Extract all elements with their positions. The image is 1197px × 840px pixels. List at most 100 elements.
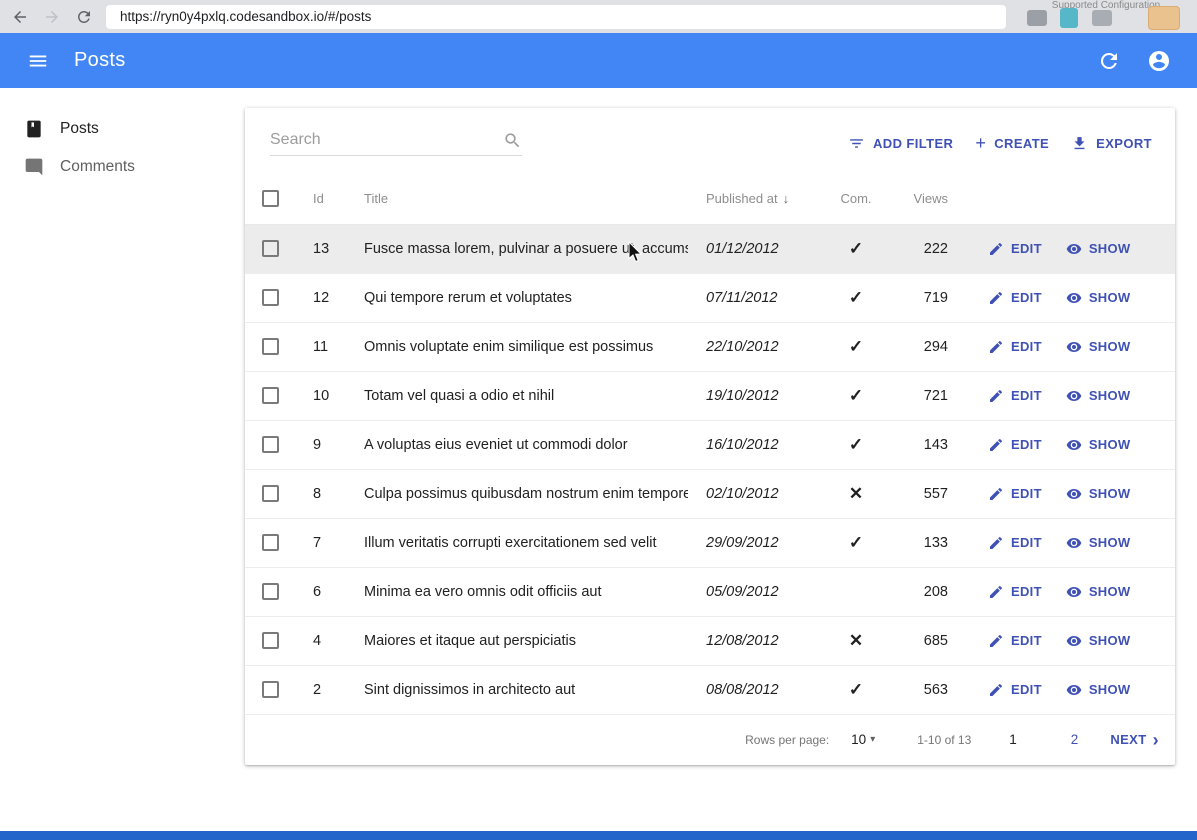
post-id: 2: [300, 665, 346, 714]
edit-button[interactable]: EDIT: [982, 286, 1048, 310]
commentable-icon: ✓: [818, 420, 894, 469]
select-all-checkbox[interactable]: [262, 190, 279, 207]
row-checkbox[interactable]: [262, 436, 279, 453]
post-published-at: 05/09/2012: [688, 567, 818, 616]
extension-icon[interactable]: [1092, 10, 1112, 26]
refresh-icon[interactable]: [1097, 49, 1121, 73]
extension-icon[interactable]: [1027, 10, 1047, 26]
edit-button[interactable]: EDIT: [982, 629, 1048, 653]
show-button-label: SHOW: [1089, 339, 1131, 354]
back-icon[interactable]: [10, 7, 30, 27]
post-published-at: 12/08/2012: [688, 616, 818, 665]
row-checkbox[interactable]: [262, 240, 279, 257]
forward-icon[interactable]: [42, 7, 62, 27]
edit-button[interactable]: EDIT: [982, 580, 1048, 604]
edit-button[interactable]: EDIT: [982, 433, 1048, 457]
show-button[interactable]: SHOW: [1060, 286, 1137, 310]
row-checkbox[interactable]: [262, 583, 279, 600]
search-icon: [503, 131, 522, 150]
table-row: 8 Culpa possimus quibusdam nostrum enim …: [245, 469, 1175, 518]
sort-desc-icon: ↓: [783, 191, 790, 206]
show-button-label: SHOW: [1089, 437, 1131, 452]
menu-icon[interactable]: [26, 49, 50, 73]
show-button[interactable]: SHOW: [1060, 433, 1137, 457]
create-button[interactable]: + CREATE: [964, 128, 1060, 159]
header-published-at-label: Published at: [706, 191, 778, 206]
address-bar[interactable]: https://ryn0y4pxlq.codesandbox.io/#/post…: [106, 5, 1006, 29]
account-avatar-icon[interactable]: [1147, 49, 1171, 73]
show-button[interactable]: SHOW: [1060, 335, 1137, 359]
sidebar-item-posts[interactable]: Posts: [0, 110, 245, 148]
edit-button[interactable]: EDIT: [982, 678, 1048, 702]
header-id[interactable]: Id: [300, 174, 346, 224]
header-title[interactable]: Title: [346, 174, 688, 224]
show-button[interactable]: SHOW: [1060, 678, 1137, 702]
post-published-at: 01/12/2012: [688, 224, 818, 273]
app-bar: Posts: [0, 33, 1197, 88]
edit-button[interactable]: EDIT: [982, 237, 1048, 261]
show-button[interactable]: SHOW: [1060, 237, 1137, 261]
post-title: A voluptas eius eveniet ut commodi dolor: [346, 420, 688, 469]
filter-icon: [848, 135, 865, 152]
row-checkbox[interactable]: [262, 387, 279, 404]
show-button[interactable]: SHOW: [1060, 629, 1137, 653]
commentable-icon: [818, 567, 894, 616]
edit-button[interactable]: EDIT: [982, 335, 1048, 359]
edit-button[interactable]: EDIT: [982, 482, 1048, 506]
pagination-range: 1-10 of 13: [917, 733, 971, 747]
rows-per-page-select[interactable]: 10 ▾: [851, 732, 875, 747]
post-id: 10: [300, 371, 346, 420]
post-title: Totam vel quasi a odio et nihil: [346, 371, 688, 420]
extension-icon[interactable]: [1060, 8, 1078, 28]
edit-button-label: EDIT: [1011, 388, 1042, 403]
post-views: 143: [894, 420, 958, 469]
export-button[interactable]: EXPORT: [1060, 127, 1163, 160]
row-checkbox[interactable]: [262, 681, 279, 698]
row-checkbox[interactable]: [262, 534, 279, 551]
eye-icon: [1066, 535, 1082, 551]
show-button-label: SHOW: [1089, 241, 1131, 256]
chevron-right-icon: ›: [1153, 734, 1159, 746]
show-button[interactable]: SHOW: [1060, 531, 1137, 555]
edit-button-label: EDIT: [1011, 682, 1042, 697]
show-button[interactable]: SHOW: [1060, 384, 1137, 408]
pencil-icon: [988, 388, 1004, 404]
page-button-2[interactable]: 2: [1055, 724, 1095, 755]
rows-per-page-label: Rows per page:: [745, 733, 829, 747]
show-button-label: SHOW: [1089, 682, 1131, 697]
header-published-at[interactable]: Published at ↓: [688, 174, 818, 224]
page-title: Posts: [74, 49, 126, 72]
post-title: Sint dignissimos in architecto aut: [346, 665, 688, 714]
search-input[interactable]: [270, 131, 503, 149]
post-title: Illum veritatis corrupti exercitationem …: [346, 518, 688, 567]
next-page-button[interactable]: NEXT ›: [1110, 732, 1159, 747]
post-id: 7: [300, 518, 346, 567]
browser-refresh-icon[interactable]: [74, 7, 94, 27]
eye-icon: [1066, 290, 1082, 306]
show-button[interactable]: SHOW: [1060, 580, 1137, 604]
show-button[interactable]: SHOW: [1060, 482, 1137, 506]
edit-button-label: EDIT: [1011, 584, 1042, 599]
edit-button[interactable]: EDIT: [982, 531, 1048, 555]
row-checkbox[interactable]: [262, 632, 279, 649]
post-title: Fusce massa lorem, pulvinar a posuere ut…: [346, 224, 688, 273]
header-views[interactable]: Views: [894, 174, 958, 224]
add-filter-button[interactable]: ADD FILTER: [837, 127, 964, 160]
post-id: 13: [300, 224, 346, 273]
eye-icon: [1066, 633, 1082, 649]
post-id: 9: [300, 420, 346, 469]
edit-button-label: EDIT: [1011, 241, 1042, 256]
edit-button[interactable]: EDIT: [982, 384, 1048, 408]
header-com[interactable]: Com.: [818, 174, 894, 224]
post-title: Minima ea vero omnis odit officiis aut: [346, 567, 688, 616]
sidebar-item-comments[interactable]: Comments: [0, 148, 245, 186]
row-checkbox[interactable]: [262, 338, 279, 355]
comments-icon: [24, 157, 44, 177]
post-views: 222: [894, 224, 958, 273]
row-checkbox[interactable]: [262, 289, 279, 306]
bottom-strip: [0, 831, 1197, 840]
row-checkbox[interactable]: [262, 485, 279, 502]
page-button-1[interactable]: 1: [993, 724, 1033, 755]
extension-icon[interactable]: [1148, 6, 1180, 30]
download-icon: [1071, 135, 1088, 152]
